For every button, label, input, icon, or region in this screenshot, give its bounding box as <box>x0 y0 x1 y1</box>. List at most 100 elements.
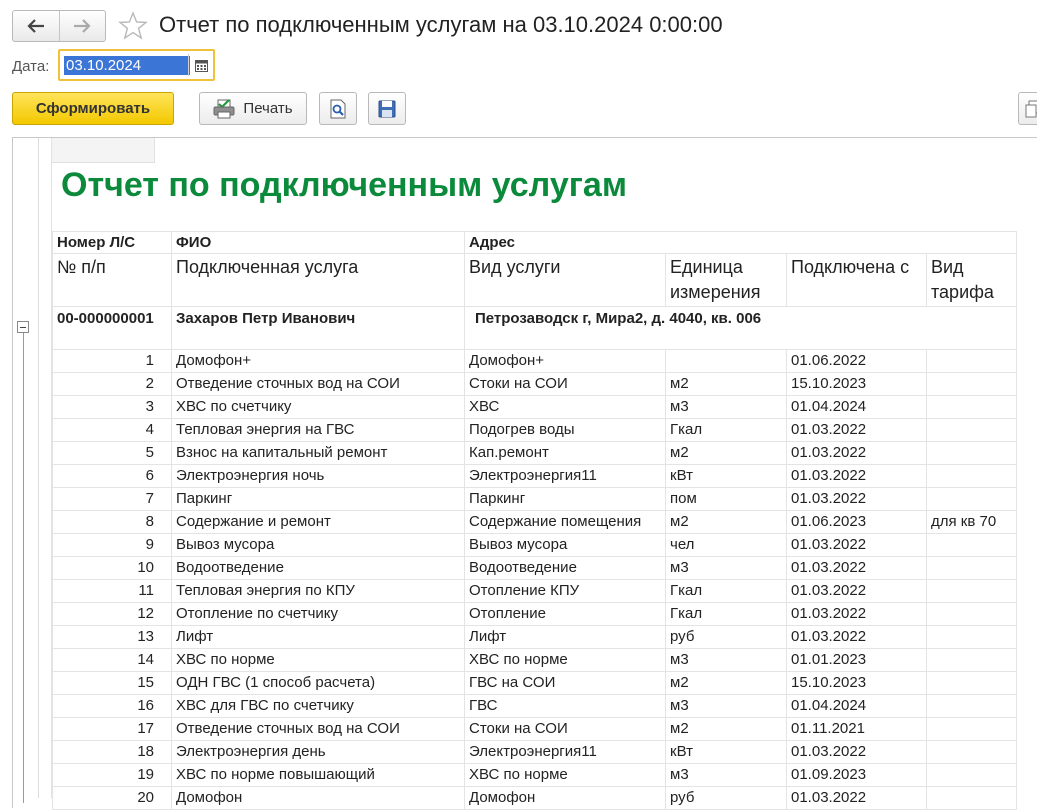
table-row[interactable]: 19 ХВС по норме повышающий ХВС по норме м3 0… <box>52 763 1017 787</box>
table-row[interactable]: 14 ХВС по норме ХВС по норме м3 01.01.2023 <box>52 648 1017 672</box>
row-number: 20 <box>52 786 172 810</box>
collapse-icon[interactable] <box>17 321 29 333</box>
row-date: 15.10.2023 <box>786 372 927 396</box>
row-unit: чел <box>665 533 787 557</box>
table-row[interactable]: 3 ХВС по счетчику ХВС м3 01.04.2024 <box>52 395 1017 419</box>
row-kind: Отопление <box>464 602 666 626</box>
group-line <box>23 333 24 803</box>
table-row[interactable]: 12 Отопление по счетчику Отопление Гкал 01.0… <box>52 602 1017 626</box>
date-field <box>58 49 215 81</box>
row-date: 01.03.2022 <box>786 441 927 465</box>
row-unit: кВт <box>665 740 787 764</box>
row-number: 12 <box>52 602 172 626</box>
row-unit: м3 <box>665 763 787 787</box>
row-tariff <box>926 395 1017 419</box>
preview-button[interactable] <box>319 92 357 125</box>
row-tariff <box>926 464 1017 488</box>
row-number: 1 <box>52 349 172 373</box>
calendar-icon <box>194 59 208 72</box>
table-row[interactable]: 7 Паркинг Паркинг пом 01.03.2022 <box>52 487 1017 511</box>
table-row[interactable]: 16 ХВС для ГВС по счетчику ГВС м3 01.04.2024 <box>52 694 1017 718</box>
row-date: 01.03.2022 <box>786 740 927 764</box>
save-button[interactable] <box>368 92 406 125</box>
row-tariff <box>926 602 1017 626</box>
header-num: № п/п <box>52 253 172 307</box>
table-row[interactable]: 4 Тепловая энергия на ГВС Подогрев воды Гка… <box>52 418 1017 442</box>
table-row[interactable]: 10 Водоотведение Водоотведение м3 01.03.2022 <box>52 556 1017 580</box>
table-row[interactable]: 13 Лифт Лифт руб 01.03.2022 <box>52 625 1017 649</box>
row-unit: м3 <box>665 648 787 672</box>
row-tariff <box>926 694 1017 718</box>
row-number: 11 <box>52 579 172 603</box>
date-input[interactable] <box>64 56 190 75</box>
table-row[interactable]: 6 Электроэнергия ночь Электроэнергия11 кВт 0… <box>52 464 1017 488</box>
table-row[interactable]: 9 Вывоз мусора Вывоз мусора чел 01.03.2022 <box>52 533 1017 557</box>
header-unit: Единица измерения <box>665 253 787 307</box>
table-row[interactable]: 5 Взнос на капитальный ремонт Кап.ремонт м2… <box>52 441 1017 465</box>
row-date: 01.11.2021 <box>786 717 927 741</box>
table-row[interactable]: 2 Отведение сточных вод на СОИ Стоки на СО… <box>52 372 1017 396</box>
row-tariff <box>926 579 1017 603</box>
row-kind: Стоки на СОИ <box>464 717 666 741</box>
divider <box>188 54 189 76</box>
table-row[interactable]: 11 Тепловая энергия по КПУ Отопление КПУ Гк… <box>52 579 1017 603</box>
back-button[interactable] <box>13 11 59 41</box>
date-label: Дата: <box>12 58 50 75</box>
row-service: Взнос на капитальный ремонт <box>171 441 465 465</box>
row-date: 01.03.2022 <box>786 786 927 810</box>
row-service: Электроэнергия день <box>171 740 465 764</box>
row-number: 4 <box>52 418 172 442</box>
row-number: 17 <box>52 717 172 741</box>
row-unit: руб <box>665 786 787 810</box>
header-row: № п/п Подключенная услуга Вид услуги Еди… <box>52 253 1017 307</box>
row-number: 19 <box>52 763 172 787</box>
row-number: 9 <box>52 533 172 557</box>
row-number: 5 <box>52 441 172 465</box>
row-kind: Водоотведение <box>464 556 666 580</box>
row-number: 2 <box>52 372 172 396</box>
more-button[interactable] <box>1018 92 1037 125</box>
row-service: ХВС по счетчику <box>171 395 465 419</box>
table-row[interactable]: 15 ОДН ГВС (1 способ расчета) ГВС на СОИ м2… <box>52 671 1017 695</box>
row-unit: Гкал <box>665 418 787 442</box>
group-row[interactable]: 00-000000001 Захаров Петр Иванович Петро… <box>52 306 1017 350</box>
row-unit: м2 <box>665 372 787 396</box>
row-number: 15 <box>52 671 172 695</box>
row-tariff <box>926 372 1017 396</box>
row-service: Содержание и ремонт <box>171 510 465 534</box>
row-unit: руб <box>665 625 787 649</box>
row-service: Вывоз мусора <box>171 533 465 557</box>
window-title: Отчет по подключенным услугам на 03.10.2… <box>159 12 723 37</box>
row-service: Отведение сточных вод на СОИ <box>171 372 465 396</box>
row-number: 8 <box>52 510 172 534</box>
row-unit: м2 <box>665 717 787 741</box>
table-row[interactable]: 1 Домофон+ Домофон+ 01.06.2022 <box>52 349 1017 373</box>
table-row[interactable]: 17 Отведение сточных вод на СОИ Стоки на С… <box>52 717 1017 741</box>
row-kind: Содержание помещения <box>464 510 666 534</box>
divider <box>38 138 39 798</box>
report-title: Отчет по подключенным услугам <box>61 166 627 204</box>
row-date: 01.03.2022 <box>786 579 927 603</box>
header-account: Номер Л/С <box>52 231 172 254</box>
row-tariff <box>926 648 1017 672</box>
table-row[interactable]: 8 Содержание и ремонт Содержание помещения… <box>52 510 1017 534</box>
row-number: 7 <box>52 487 172 511</box>
print-button[interactable]: Печать <box>199 92 307 125</box>
forward-button[interactable] <box>58 11 106 41</box>
row-service: Домофон+ <box>171 349 465 373</box>
group-account: 00-000000001 <box>52 306 172 350</box>
calendar-button[interactable] <box>191 54 211 76</box>
row-date: 01.03.2022 <box>786 556 927 580</box>
row-kind: Паркинг <box>464 487 666 511</box>
table-row[interactable]: 20 Домофон Домофон руб 01.03.2022 <box>52 786 1017 810</box>
table-row[interactable]: 18 Электроэнергия день Электроэнергия11 кВт… <box>52 740 1017 764</box>
row-kind: Отопление КПУ <box>464 579 666 603</box>
row-unit: Гкал <box>665 602 787 626</box>
row-service: Паркинг <box>171 487 465 511</box>
generate-button[interactable]: Сформировать <box>12 92 174 125</box>
row-kind: Электроэнергия11 <box>464 740 666 764</box>
star-icon[interactable] <box>118 11 148 41</box>
row-kind: ХВС по норме <box>464 763 666 787</box>
row-number: 14 <box>52 648 172 672</box>
printer-icon <box>213 98 235 118</box>
